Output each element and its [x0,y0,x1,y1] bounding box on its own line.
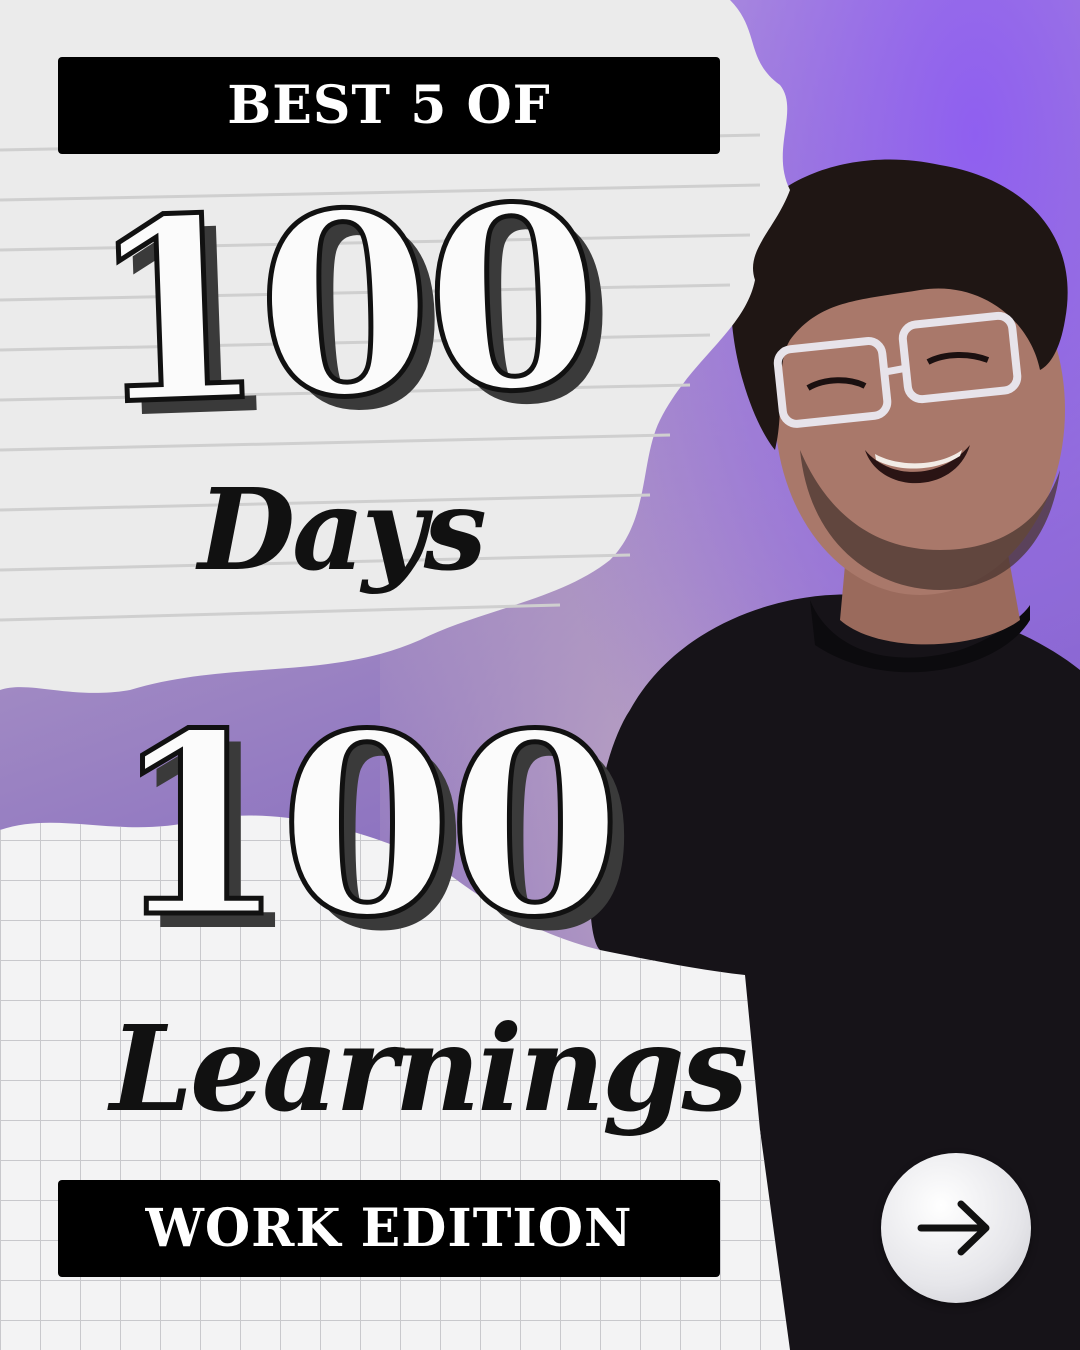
header-label: BEST 5 OF [58,57,720,154]
next-button[interactable] [881,1153,1031,1303]
second-word: Learnings [110,999,748,1138]
arrow-right-icon [917,1200,990,1256]
first-number: 100 [83,147,602,463]
slide: BEST 5 OF 100 Days 100 Learnings WORK ED… [0,0,1080,1350]
second-number: 100 [110,678,625,972]
footer-label: WORK EDITION [58,1180,720,1277]
first-word: Days [198,465,487,596]
